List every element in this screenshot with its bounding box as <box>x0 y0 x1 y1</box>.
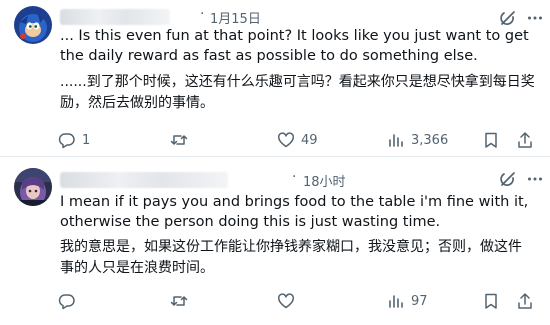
avatar[interactable] <box>14 168 52 206</box>
timestamp[interactable]: 1月15日 <box>210 8 261 27</box>
separator-dot: · <box>292 169 297 185</box>
views-icon <box>389 134 403 147</box>
redacted-username <box>60 9 170 25</box>
share-button[interactable] <box>516 289 534 313</box>
tweet-text-english: I mean if it pays you and brings food to… <box>60 194 529 230</box>
view-count: 97 <box>411 293 428 309</box>
tweet[interactable]: · 1月15日 ... Is this even fun at that poi… <box>0 0 550 156</box>
view-count: 3,366 <box>411 132 449 148</box>
retweet-icon <box>170 296 188 306</box>
tweet-actions: 97 <box>0 289 550 313</box>
tweet-actions: 1 49 3,366 <box>0 128 550 152</box>
reply-count: 1 <box>82 132 91 148</box>
reply-icon <box>58 294 75 310</box>
like-button[interactable] <box>277 289 301 313</box>
share-button[interactable] <box>516 128 534 152</box>
retweet-icon <box>170 135 188 145</box>
grok-icon[interactable] <box>499 170 517 188</box>
reply-icon <box>58 133 75 149</box>
bookmark-icon <box>485 132 497 148</box>
tweet-text-translation: ......到了那个时候，这还有什么乐趣可言吗？看起来你只是想尽快拿到每日奖励，… <box>60 74 535 111</box>
reply-button[interactable] <box>58 289 82 313</box>
retweet-button[interactable] <box>170 128 194 152</box>
redacted-username <box>60 172 228 188</box>
more-icon[interactable] <box>526 170 544 188</box>
grok-icon[interactable] <box>499 9 517 27</box>
like-icon <box>278 293 294 309</box>
bookmark-button[interactable] <box>482 289 500 313</box>
separator-dot: · <box>200 6 205 22</box>
like-button[interactable]: 49 <box>277 128 318 152</box>
tweet[interactable]: · 18小时 I mean if it pays you and brings … <box>0 157 550 325</box>
like-icon <box>278 132 294 148</box>
tweet-text-english: ... Is this even fun at that point? It l… <box>60 28 529 64</box>
bookmark-button[interactable] <box>482 128 500 152</box>
share-icon <box>518 132 532 148</box>
like-count: 49 <box>301 132 318 148</box>
tweet-text-translation: 我的意思是，如果这份工作能让你挣钱养家糊口，我没意见；否则，做这件事的人只是在浪… <box>60 239 522 276</box>
timestamp[interactable]: 18小时 <box>303 171 346 190</box>
share-icon <box>518 293 532 309</box>
retweet-button[interactable] <box>170 289 194 313</box>
views-icon <box>389 295 403 308</box>
bookmark-icon <box>485 293 497 309</box>
views-button[interactable]: 3,366 <box>387 128 448 152</box>
reply-button[interactable]: 1 <box>58 128 90 152</box>
avatar[interactable] <box>14 6 52 44</box>
more-icon[interactable] <box>526 9 544 27</box>
views-button[interactable]: 97 <box>387 289 428 313</box>
